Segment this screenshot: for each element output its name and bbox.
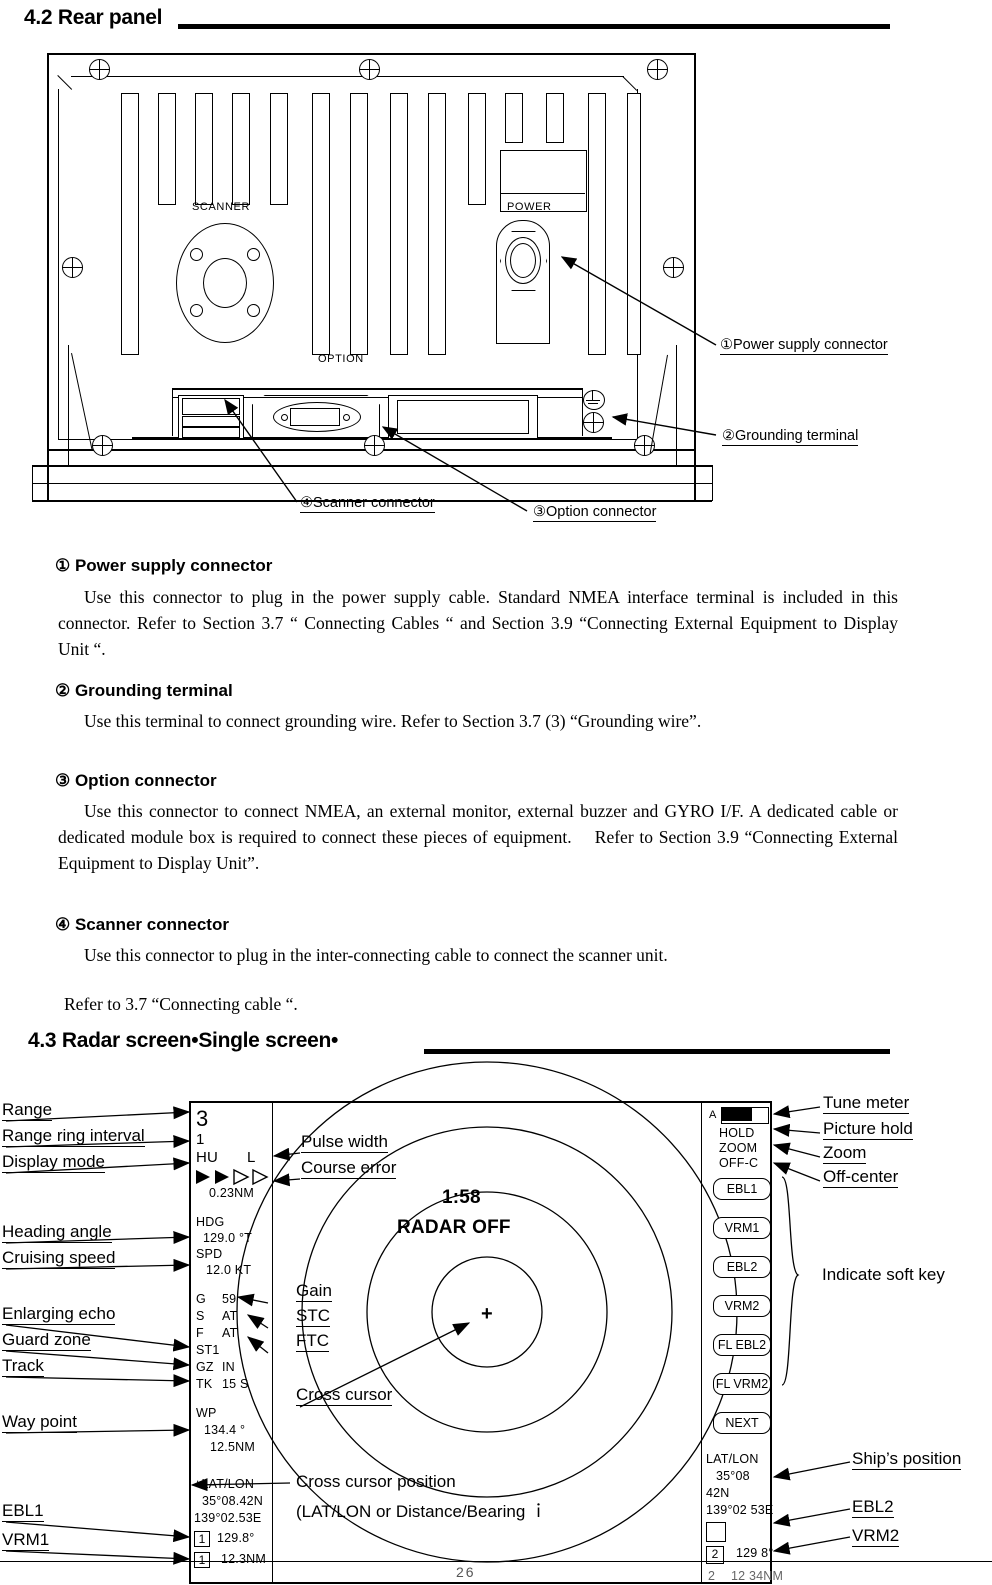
callout-grounding-terminal: ②Grounding terminal	[722, 428, 859, 446]
label-indicate-soft-key: Indicate soft key	[822, 1265, 945, 1284]
label-gain: Gain	[296, 1281, 332, 1302]
label-pulse-width: Pulse width	[301, 1132, 388, 1153]
label-tune-meter: Tune meter	[823, 1093, 910, 1114]
section-43-heading: 4.3 Radar screen•Single screen•	[28, 1029, 339, 1052]
desc-2-body: Use this terminal to connect grounding w…	[84, 711, 702, 731]
desc-2-title: ② Grounding terminal	[55, 681, 233, 700]
callout-scanner-connector: ④Scanner connector	[300, 495, 435, 513]
label-display-mode: Display mode	[2, 1152, 105, 1173]
label-stc: STC	[296, 1306, 330, 1327]
label-picture-hold: Picture hold	[823, 1119, 913, 1140]
label-cross-cursor: Cross cursor	[296, 1385, 393, 1406]
label-way-point: Way point	[2, 1412, 77, 1433]
footer-rule	[0, 1561, 992, 1562]
label-track: Track	[2, 1356, 44, 1377]
label-ships-position: Ship’s position	[852, 1449, 962, 1470]
label-cross-cursor-position-line1: Cross cursor position	[296, 1472, 456, 1491]
section-43-rule	[424, 1049, 890, 1054]
section-42-rule	[178, 24, 890, 29]
desc-3-title: ③ Option connector	[55, 771, 217, 790]
label-ebl1: EBL1	[2, 1501, 44, 1522]
label-range: Range	[2, 1100, 53, 1121]
label-vrm1: VRM1	[2, 1530, 50, 1551]
desc-4-title: ④ Scanner connector	[55, 915, 229, 934]
label-enlarging-echo: Enlarging echo	[2, 1304, 116, 1325]
radar-screen-figure: + 1:58 RADAR OFF 3 1 HU L 0.23NM HDG 129…	[0, 1061, 992, 1585]
label-ebl2: EBL2	[852, 1497, 894, 1518]
callout-power-supply-connector: ①Power supply connector	[720, 337, 888, 355]
callout-option-connector: ③Option connector	[533, 504, 657, 522]
label-heading-angle: Heading angle	[2, 1222, 112, 1243]
desc-3-body: Use this connector to connect NMEA, an e…	[58, 801, 898, 873]
label-off-center: Off-center	[823, 1167, 899, 1188]
label-guard-zone: Guard zone	[2, 1330, 91, 1351]
label-ftc: FTC	[296, 1331, 330, 1352]
desc-1-title: ① Power supply connector	[55, 556, 273, 575]
callout-leader-lines	[224, 256, 717, 512]
label-cruising-speed: Cruising speed	[2, 1248, 116, 1269]
label-vrm2: VRM2	[852, 1526, 900, 1547]
label-course-error: Course error	[301, 1158, 397, 1179]
label-zoom: Zoom	[823, 1143, 867, 1164]
desc-4-body-line2: Refer to 3.7 “Connecting cable “.	[64, 994, 298, 1014]
rear-panel-figure: SCANNER POWER OPTION ①Power supply conne…	[0, 45, 992, 540]
page-number: 26	[456, 1564, 476, 1580]
label-cross-cursor-position-line2: (LAT/LON or Distance/Bearing ｉ	[296, 1502, 547, 1521]
section-42-heading: 4.2 Rear panel	[24, 6, 163, 29]
desc-4-body: Use this connector to plug in the inter-…	[84, 945, 668, 965]
label-range-ring-interval: Range ring interval	[2, 1126, 145, 1147]
desc-1-body: Use this connector to plug in the power …	[58, 587, 898, 659]
